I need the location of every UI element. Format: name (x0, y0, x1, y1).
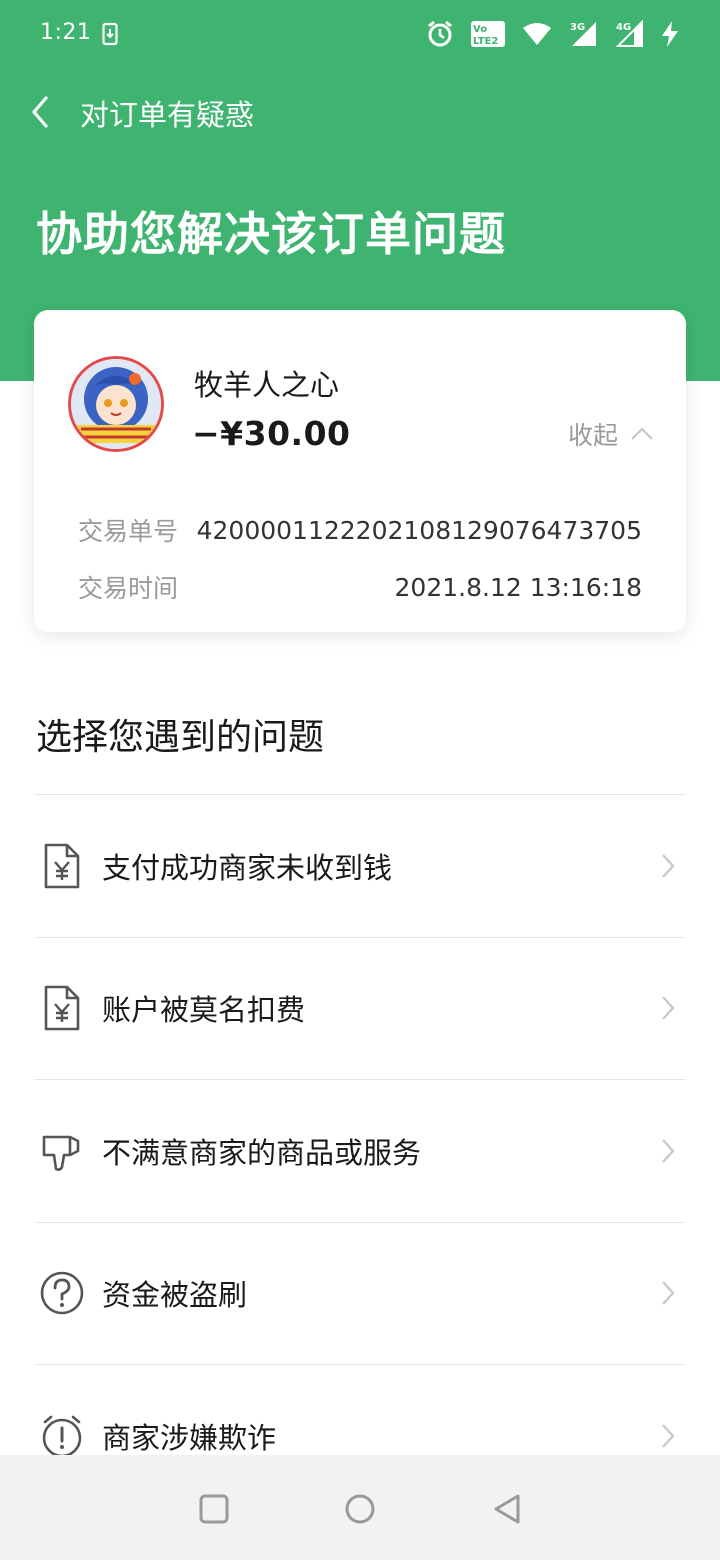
issue-item-unexpected-charge[interactable]: 账户被莫名扣费 (34, 936, 686, 1080)
issue-item-stolen-funds[interactable]: 资金被盗刷 (34, 1221, 686, 1365)
chevron-right-icon (662, 996, 675, 1020)
issues-section-title: 选择您遇到的问题 (36, 717, 325, 758)
svg-text:3G: 3G (570, 22, 585, 33)
hero-title: 协助您解决该订单问题 (36, 207, 506, 261)
collapse-toggle[interactable]: 收起 (568, 416, 654, 452)
transaction-time-label: 交易时间 (78, 574, 179, 603)
merchant-name: 牧羊人之心 (194, 368, 340, 402)
transaction-id-label: 交易单号 (78, 517, 179, 546)
thumbs-down-icon (42, 1135, 80, 1171)
charging-icon (662, 21, 678, 47)
alert-clock-icon (42, 1415, 82, 1458)
issue-label: 支付成功商家未收到钱 (102, 850, 393, 885)
merchant-avatar (68, 356, 164, 452)
signal-4g-icon: 4G (615, 20, 643, 47)
signal-3g-icon: 3G (570, 22, 596, 46)
volte-icon: Vo LTE2 (471, 21, 505, 47)
home-button[interactable] (342, 1491, 378, 1527)
issue-label: 商家涉嫌欺诈 (102, 1420, 277, 1455)
chevron-up-icon (631, 427, 653, 440)
chevron-right-icon (662, 1281, 675, 1305)
svg-text:Vo: Vo (473, 24, 487, 35)
recents-button[interactable] (196, 1491, 232, 1527)
issue-label: 资金被盗刷 (102, 1278, 248, 1313)
status-icons: Vo LTE2 3G 4G (426, 18, 680, 50)
status-time: 1:21 (40, 20, 92, 45)
order-amount: −¥30.00 (192, 414, 351, 453)
back-button[interactable] (22, 90, 62, 134)
yuan-document-icon (44, 843, 80, 889)
back-nav-button[interactable] (490, 1491, 526, 1527)
issue-item-unsatisfied-service[interactable]: 不满意商家的商品或服务 (34, 1079, 686, 1222)
transaction-id-row: 交易单号 4200001122202108129076473705 (78, 510, 642, 550)
yuan-document-icon (44, 985, 80, 1031)
chevron-right-icon (662, 854, 675, 878)
transaction-time-row: 交易时间 2021.8.12 13:16:18 (78, 567, 642, 607)
collapse-label: 收起 (567, 421, 618, 450)
status-bar: 1:21 Vo LTE2 3G 4G (0, 0, 720, 72)
issue-item-payment-not-received[interactable]: 支付成功商家未收到钱 (34, 794, 686, 937)
alarm-icon (428, 20, 452, 47)
transaction-id-value: 4200001122202108129076473705 (196, 515, 642, 545)
issue-list: 支付成功商家未收到钱 账户被莫名扣费 不满意商家的商品或服务 资金被盗刷 商家涉… (34, 794, 686, 1507)
wifi-icon (523, 23, 551, 45)
svg-text:LTE2: LTE2 (473, 36, 498, 47)
question-circle-icon (40, 1271, 84, 1315)
order-card: 牧羊人之心 −¥30.00 收起 交易单号 420000112220210812… (34, 310, 686, 632)
system-navigation-bar (0, 1455, 720, 1560)
issue-label: 不满意商家的商品或服务 (102, 1135, 422, 1170)
page-title: 对订单有疑惑 (80, 98, 255, 132)
transaction-time-value: 2021.8.12 13:16:18 (394, 572, 642, 602)
download-icon (102, 22, 118, 46)
chevron-right-icon (662, 1139, 675, 1163)
issue-label: 账户被莫名扣费 (102, 993, 306, 1028)
svg-text:4G: 4G (616, 22, 631, 33)
chevron-right-icon (662, 1424, 675, 1448)
